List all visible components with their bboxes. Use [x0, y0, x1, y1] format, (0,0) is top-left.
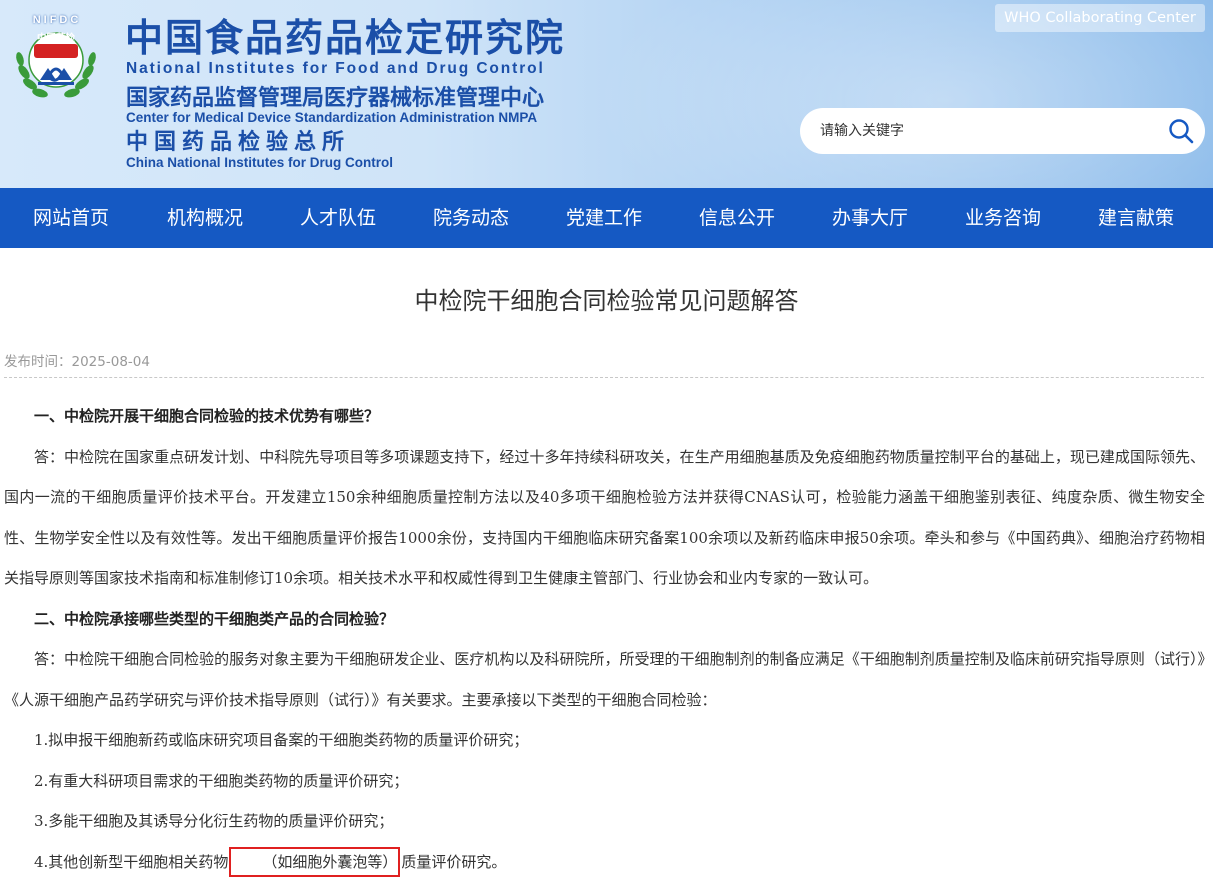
site-subtitle-en-2: China National Institutes for Drug Contr… [126, 155, 393, 170]
answer-2: 答：中检院干细胞合同检验的服务对象主要为干细胞研发企业、医疗机构以及科研院所，所… [4, 650, 1205, 709]
nav-item-talent[interactable]: 人才队伍 [300, 188, 376, 248]
nav-item-consulting[interactable]: 业务咨询 [965, 188, 1041, 248]
site-subtitle-cn-1: 国家药品监督管理局医疗器械标准管理中心 [126, 86, 545, 111]
list-item-1: 1.拟申报干细胞新药或临床研究项目备案的干细胞类药物的质量评价研究； [34, 731, 529, 749]
nav-item-services[interactable]: 办事大厅 [832, 188, 908, 248]
title-divider [4, 377, 1204, 378]
list-item-4-tail: 质量评价研究。 [401, 852, 507, 871]
list-item-4: 4.其他创新型干细胞相关药物 （如细胞外囊泡等） 质量评价研究。 [4, 842, 1205, 880]
article-title: 中检院干细胞合同检验常见问题解答 [414, 287, 799, 315]
answer-1: 答：中检院在国家重点研发计划、中科院先导项目等多项课题支持下，经过十多年持续科研… [4, 447, 1205, 588]
question-2: 二、中检院承接哪些类型的干细胞类产品的合同检验？ [34, 609, 395, 628]
site-header: NIFDC 中国药检 中国食品药品检定研究院 National Institut… [0, 0, 1213, 188]
nav-item-about[interactable]: 机构概况 [167, 188, 243, 248]
question-1: 一、中检院开展干细胞合同检验的技术优势有哪些？ [34, 407, 380, 425]
list-item-4-text: 4.其他创新型干细胞相关药物 [34, 852, 229, 871]
who-collaborating-center-button[interactable]: WHO Collaborating Center [995, 4, 1205, 32]
nav-item-suggestions[interactable]: 建言献策 [1098, 188, 1174, 248]
site-title-cn: 中国食品药品检定研究院 [125, 16, 566, 60]
nifdc-logo-icon[interactable] [10, 14, 102, 106]
main-nav: 网站首页 机构概况 人才队伍 院务动态 党建工作 信息公开 办事大厅 业务咨询 … [0, 188, 1213, 248]
article-body: 一、中检院开展干细胞合同检验的技术优势有哪些？ 答：中检院在国家重点研发计划、中… [4, 396, 1205, 880]
nav-item-disclosure[interactable]: 信息公开 [699, 188, 775, 248]
site-subtitle-en-1: Center for Medical Device Standardizatio… [126, 110, 538, 125]
publish-date-value: 2025-08-04 [71, 354, 150, 370]
publish-date-label: 发布时间： [4, 354, 72, 370]
search-input[interactable] [820, 119, 1150, 143]
logo-badge-text: 中国药检 [36, 33, 75, 44]
search-box [800, 108, 1205, 154]
page: NIFDC 中国药检 中国食品药品检定研究院 National Institut… [0, 0, 1213, 880]
site-subtitle-cn-2: 中国药品检验总所 [126, 130, 351, 155]
nav-item-home[interactable]: 网站首页 [33, 188, 109, 248]
list-item-3: 3.多能干细胞及其诱导分化衍生药物的质量评价研究； [34, 812, 394, 830]
list-item-2: 2.有重大科研项目需求的干细胞类药物的质量评价研究； [34, 771, 409, 790]
highlighted-text: （如细胞外囊泡等） [229, 846, 401, 877]
site-title-en: National Institutes for Food and Drug Co… [126, 60, 545, 77]
nav-item-news[interactable]: 院务动态 [433, 188, 509, 248]
logo-arc-text: NIFDC [32, 14, 82, 26]
publish-date: 发布时间：2025-08-04 [4, 350, 150, 370]
nav-item-party[interactable]: 党建工作 [566, 188, 642, 248]
search-icon[interactable] [1167, 117, 1195, 145]
